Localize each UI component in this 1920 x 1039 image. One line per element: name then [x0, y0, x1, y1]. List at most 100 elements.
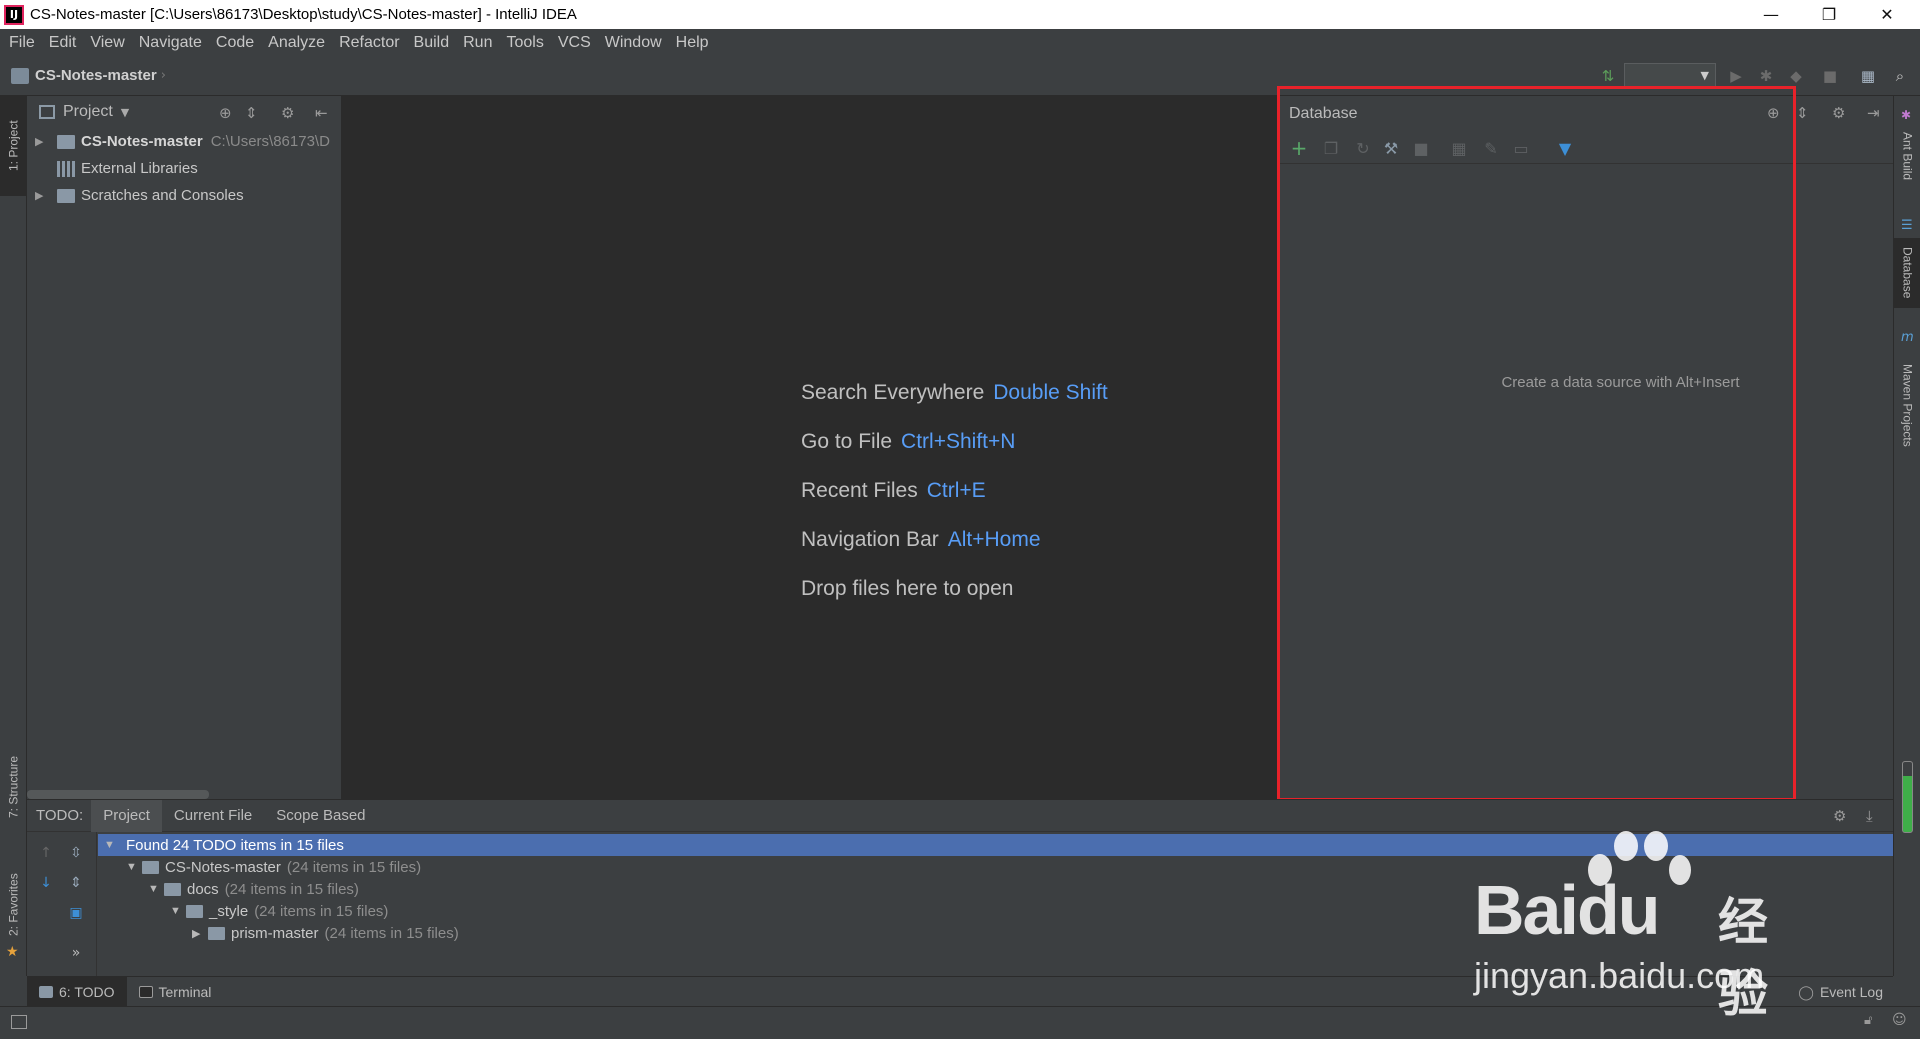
tree-item-scratches[interactable]: ▶ Scratches and Consoles — [27, 182, 341, 209]
project-panel: Project ▼ ⊕ ⇕ ⚙ ⇤ ▶ CS-Notes-master C:\U… — [27, 96, 342, 799]
group-by-icon[interactable]: ▣ — [67, 904, 85, 922]
coverage-icon[interactable]: ◆ — [1786, 66, 1806, 86]
menu-navigate[interactable]: Navigate — [132, 34, 209, 52]
menu-file[interactable]: File — [2, 34, 42, 52]
tab-todo-scope-based[interactable]: Scope Based — [264, 800, 377, 832]
run-icon[interactable]: ▶ — [1726, 66, 1746, 86]
tab-terminal[interactable]: Terminal — [127, 977, 224, 1007]
lock-icon[interactable]: 🔓︎ — [1864, 1013, 1872, 1028]
window-title: CS-Notes-master [C:\Users\86173\Desktop\… — [30, 6, 577, 23]
hide-panel-icon[interactable]: ⤓ — [1866, 807, 1873, 825]
collapse-arrow-icon[interactable]: ▼ — [104, 839, 118, 851]
menu-code[interactable]: Code — [209, 34, 261, 52]
project-view-selector[interactable]: Project — [63, 103, 113, 121]
gear-icon[interactable]: ⚙ — [281, 104, 294, 122]
database-toolbar: + ❐ ↻ ⚒ ■ ▦ ✎ ▭ ▼ — [1277, 132, 1894, 164]
tab-maven-projects[interactable]: Maven Projects — [1894, 350, 1920, 460]
menu-edit[interactable]: Edit — [42, 34, 84, 52]
todo-tree-row[interactable]: ▶ prism-master (24 items in 15 files) — [98, 922, 1893, 944]
collapse-arrow-icon[interactable]: ▼ — [148, 883, 162, 895]
filter-icon[interactable]: ▼ — [1555, 138, 1575, 158]
locate-icon[interactable]: ⊕ — [219, 104, 232, 122]
menu-tools[interactable]: Tools — [499, 34, 550, 52]
memory-indicator — [1902, 761, 1913, 833]
folder-icon — [164, 882, 181, 896]
stop-icon[interactable]: ■ — [1820, 66, 1840, 86]
chevron-down-icon[interactable]: ▼ — [121, 106, 129, 119]
todo-side-toolbar: ↑ ↓ ⇳ ⇕ ▣ » — [27, 832, 97, 977]
menu-run[interactable]: Run — [456, 34, 499, 52]
restore-button[interactable]: ❐ — [1800, 0, 1858, 29]
horizontal-scrollbar[interactable] — [27, 790, 209, 799]
tree-item-cs-notes-master[interactable]: ▶ CS-Notes-master C:\Users\86173\D — [27, 128, 341, 155]
breadcrumb-project[interactable]: CS-Notes-master — [35, 67, 157, 84]
tab-todo-current-file[interactable]: Current File — [162, 800, 264, 832]
menu-view[interactable]: View — [83, 34, 131, 52]
hide-panel-icon[interactable]: ⇤ — [315, 104, 328, 122]
gear-icon[interactable]: ⚙ — [1832, 104, 1845, 122]
locate-icon[interactable]: ⊕ — [1767, 104, 1780, 122]
tab-project[interactable]: 1: Project — [0, 96, 27, 196]
more-actions-icon[interactable]: » — [67, 944, 85, 962]
minimize-button[interactable]: — — [1742, 0, 1800, 29]
vcs-update-icon[interactable]: ⇅ — [1598, 66, 1618, 86]
stop-icon[interactable]: ■ — [1411, 138, 1431, 158]
expand-arrow-icon[interactable]: ▶ — [35, 135, 47, 148]
todo-tree-row[interactable]: ▼ docs (24 items in 15 files) — [98, 878, 1893, 900]
todo-summary-row[interactable]: ▼ Found 24 TODO items in 15 files — [98, 834, 1893, 856]
todo-tree-row[interactable]: ▼ _style (24 items in 15 files) — [98, 900, 1893, 922]
menu-analyze[interactable]: Analyze — [261, 34, 332, 52]
menu-window[interactable]: Window — [598, 34, 669, 52]
todo-tree-count: (24 items in 15 files) — [254, 902, 389, 920]
table-icon[interactable]: ▦ — [1449, 138, 1469, 158]
menu-vcs[interactable]: VCS — [551, 34, 598, 52]
todo-tree-label: docs — [187, 880, 219, 898]
collapse-arrow-icon[interactable]: ▼ — [126, 861, 140, 873]
menu-build[interactable]: Build — [407, 34, 457, 52]
todo-tree: ▼ Found 24 TODO items in 15 files ▼ CS-N… — [98, 834, 1893, 944]
collapse-arrow-icon[interactable]: ▼ — [170, 905, 184, 917]
expand-all-icon[interactable]: ⇳ — [67, 844, 85, 862]
project-structure-icon[interactable]: ▦ — [1858, 66, 1878, 86]
console-icon[interactable]: ▭ — [1511, 138, 1531, 158]
tab-ant-build[interactable]: Ant Build — [1894, 126, 1920, 186]
tab-todo-project[interactable]: Project — [91, 799, 162, 832]
expand-arrow-icon[interactable]: ▶ — [35, 189, 47, 202]
left-tool-stripe: 1: Project 7: Structure 2: Favorites ★ — [0, 96, 27, 976]
tab-structure[interactable]: 7: Structure — [0, 736, 27, 838]
menu-refactor[interactable]: Refactor — [332, 34, 406, 52]
tree-item-external-libraries[interactable]: External Libraries — [27, 155, 341, 182]
hint-shortcut: Double Shift — [993, 381, 1108, 404]
tab-favorites[interactable]: 2: Favorites — [0, 856, 27, 954]
refresh-icon[interactable]: ↻ — [1353, 138, 1373, 158]
debug-icon[interactable]: ✱ — [1756, 66, 1776, 86]
editor-empty-area[interactable]: Search Everywhere Double Shift Go to File… — [342, 96, 1276, 799]
search-icon[interactable]: ⌕ — [1890, 66, 1910, 86]
tab-todo[interactable]: 6: TODO — [27, 976, 127, 1007]
menu-help[interactable]: Help — [669, 34, 716, 52]
hint-search-everywhere: Search Everywhere Double Shift — [801, 381, 1108, 405]
collapse-all-icon[interactable]: ⇕ — [1796, 104, 1809, 122]
hide-panel-icon[interactable]: ⇥ — [1867, 104, 1880, 122]
hint-recent-files: Recent Files Ctrl+E — [801, 479, 986, 503]
expand-arrow-icon[interactable]: ▶ — [192, 927, 206, 940]
bottom-tool-tabs: 6: TODO Terminal ◯ Event Log — [27, 976, 1893, 1007]
tab-database[interactable]: Database — [1894, 238, 1920, 308]
run-configuration-select[interactable]: ▼ — [1624, 63, 1716, 89]
add-data-source-icon[interactable]: + — [1289, 136, 1309, 160]
collapse-all-icon[interactable]: ⇕ — [67, 874, 85, 892]
previous-todo-icon[interactable]: ↑ — [37, 844, 55, 862]
hector-icon[interactable]: ☺ — [1892, 1012, 1907, 1028]
gear-icon[interactable]: ⚙ — [1833, 807, 1846, 825]
edit-icon[interactable]: ✎ — [1481, 138, 1501, 158]
project-folder-icon — [11, 67, 29, 84]
toggle-tool-windows-icon[interactable] — [11, 1015, 27, 1029]
tab-event-log[interactable]: ◯ Event Log — [1798, 977, 1883, 1007]
duplicate-icon[interactable]: ❐ — [1321, 138, 1341, 158]
collapse-all-icon[interactable]: ⇕ — [245, 104, 258, 122]
todo-tree-row[interactable]: ▼ CS-Notes-master (24 items in 15 files) — [98, 856, 1893, 878]
close-button[interactable]: ✕ — [1858, 0, 1916, 29]
properties-icon[interactable]: ⚒ — [1381, 138, 1401, 158]
next-todo-icon[interactable]: ↓ — [37, 874, 55, 892]
event-log-label: Event Log — [1819, 984, 1883, 1000]
